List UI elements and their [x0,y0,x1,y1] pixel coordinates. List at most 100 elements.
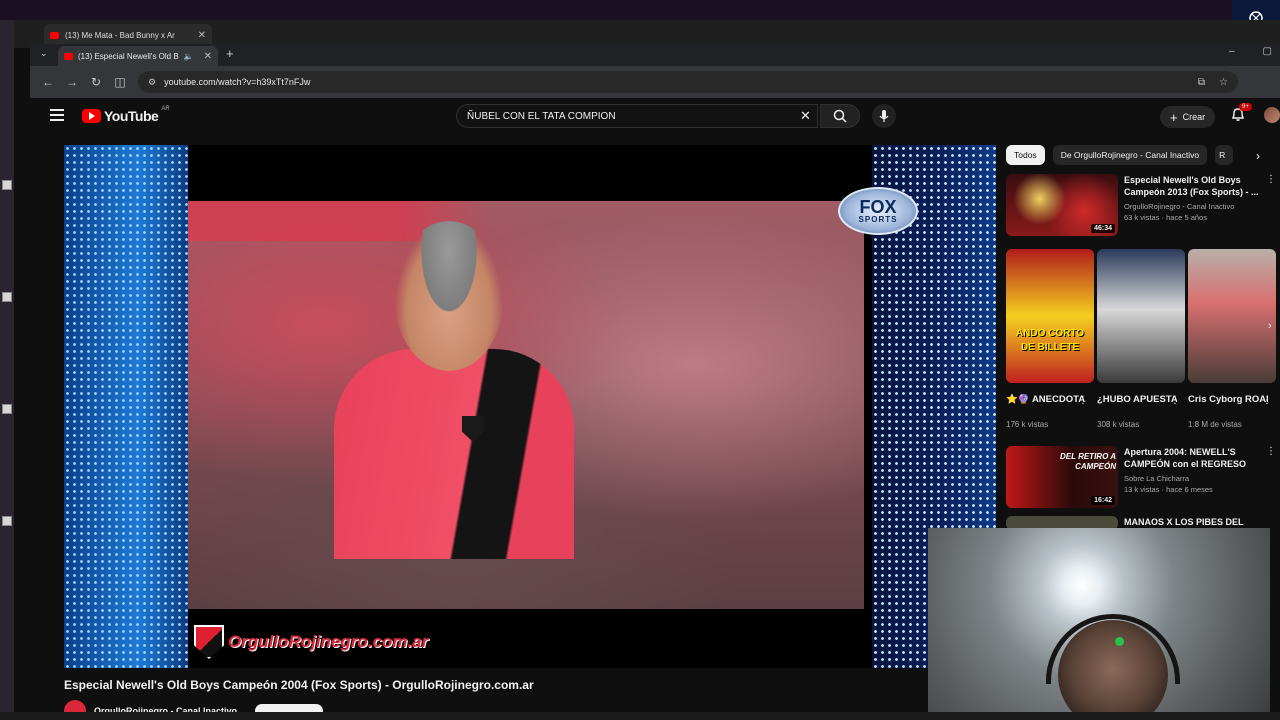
video-thumbnail[interactable]: 46:34 [1006,174,1118,236]
tab-search-icon[interactable]: ⌄ [40,48,48,59]
more-options-icon[interactable]: ⋮ [1266,174,1276,236]
create-label: Crear [1182,112,1206,122]
minimize-icon[interactable]: – [1229,46,1235,57]
video-meta: 13 k vistas · hace 6 meses [1124,485,1213,494]
plus-icon: + [1170,109,1178,125]
reload-icon[interactable]: ↻ [84,75,108,89]
url-text: youtube.com/watch?v=h39xTt7nFJw [164,77,311,87]
close-icon[interactable]: ✕ [204,51,212,62]
short-views: 1.8 M de vistas [1188,420,1242,429]
chevron-right-icon[interactable]: › [1268,320,1272,332]
newells-crest-icon [194,625,224,659]
desktop-icon[interactable] [2,404,12,414]
coach-figure [334,221,574,559]
youtube-favicon-icon [64,52,73,60]
tab-especial-newells[interactable]: (13) Especial Newell's Old B 🔈 ✕ [58,46,218,66]
clear-search-icon[interactable]: ✕ [800,108,811,124]
filter-chips: Todos De OrgulloRojinegro - Canal Inacti… [1006,145,1234,165]
microphone-icon [879,109,889,122]
site-info-icon[interactable]: ⚙ [148,77,156,88]
more-options-icon[interactable]: ⋮ [1262,395,1272,406]
shorts-shelf: ANDO CORTO DE BILLETE ⭐🔮 ANECDOTA... ⋮ 1… [1006,249,1278,439]
channel-name[interactable]: OrgulloRojinegro - Canal Inactivo [1124,201,1260,212]
speaker-icon[interactable]: 🔈 [184,52,194,61]
short-title[interactable]: ⭐🔮 ANECDOTA... [1006,394,1086,405]
fox-logo-line2: SPORTS [858,215,898,224]
chevron-right-icon[interactable]: › [1256,149,1260,163]
video-title: Especial Newell's Old Boys Campeón 2004 … [64,678,534,692]
youtube-favicon-icon [50,31,59,39]
country-code: AR [161,106,170,112]
fox-sports-logo: FOX SPORTS [838,187,918,235]
short-thumbnail[interactable] [1188,249,1276,383]
video-title[interactable]: Apertura 2004: NEWELL'S CAMPEÓN con el R… [1124,446,1260,470]
desktop-icon[interactable] [2,180,12,190]
forward-icon[interactable]: → [60,75,84,89]
short-thumbnail[interactable] [1097,249,1185,383]
fox-logo-line1: FOX [859,197,897,217]
streamer-face [1058,620,1168,720]
red-shirt [334,349,574,559]
video-duration: 16:42 [1091,496,1115,505]
short-views: 176 k vistas [1006,420,1049,429]
desktop-top-strip [0,0,1280,20]
maximize-icon[interactable]: ▢ [1263,46,1272,57]
short-title[interactable]: ¿HUBO APUESTA ... [1097,394,1177,405]
youtube-header: YouTube AR ÑUBEL CON EL TATA COMPION ✕ +… [30,98,1280,138]
recommended-video[interactable]: DEL RETIRO A CAMPEÓN 16:42 Apertura 2004… [1006,446,1276,508]
tab-bar: ⌄ (13) Especial Newell's Old B 🔈 ✕ + – ▢ [30,44,1280,66]
address-bar-actions: ⧉ ☆ [1198,77,1228,88]
chip-channel[interactable]: De OrgulloRojinegro - Canal Inactivo [1052,145,1208,165]
search-button[interactable] [820,104,860,128]
webcam-overlay [928,528,1270,720]
voice-search-button[interactable] [872,104,896,128]
video-title[interactable]: Especial Newell's Old Boys Campeón 2013 … [1124,174,1260,198]
more-options-icon[interactable]: ⋮ [1266,446,1276,508]
logo-text: YouTube [104,108,159,124]
recommended-video[interactable]: 46:34 Especial Newell's Old Boys Campeón… [1006,174,1276,236]
browser-toolbar: ← → ↻ ◫ ⚙ youtube.com/watch?v=h39xTt7nFJ… [30,66,1280,98]
back-icon[interactable]: ← [36,75,60,89]
search-input[interactable]: ÑUBEL CON EL TATA COMPION [456,104,818,128]
install-app-icon[interactable]: ⧉ [1198,77,1205,88]
headset-led [1115,637,1124,646]
create-button[interactable]: + Crear [1160,106,1216,128]
more-options-icon[interactable]: ⋮ [1170,395,1180,406]
split-view-icon[interactable]: ◫ [108,75,132,89]
led-screen-left [64,145,188,668]
desktop-icon[interactable] [2,292,12,302]
short-overlay-text: ANDO CORTO DE BILLETE [1015,328,1085,353]
tab-title: (13) Especial Newell's Old B [78,51,179,61]
video-thumbnail[interactable]: DEL RETIRO A CAMPEÓN 16:42 [1006,446,1118,508]
address-bar[interactable]: ⚙ youtube.com/watch?v=h39xTt7nFJw ⧉ ☆ [138,71,1238,93]
video-duration: 46:34 [1091,224,1115,233]
desktop-icon[interactable] [2,516,12,526]
thumbnail-overlay-text: DEL RETIRO A CAMPEÓN [1059,452,1116,471]
channel-name[interactable]: Sobre La Chicharra [1124,473,1260,484]
new-tab-icon[interactable]: + [226,46,234,61]
desktop-left-strip [0,20,14,720]
coach-head [394,221,504,371]
search-query: ÑUBEL CON EL TATA COMPION [467,110,616,122]
close-icon[interactable]: ✕ [198,30,206,41]
channel-watermark: OrgulloRojinegro.com.ar [194,625,428,659]
search-icon [833,109,847,123]
tab-me-mata[interactable]: (13) Me Mata - Bad Bunny x Ar ✕ [44,24,212,46]
chip-todos[interactable]: Todos [1006,145,1045,165]
notification-count-badge: 9+ [1239,103,1252,111]
short-thumbnail[interactable]: ANDO CORTO DE BILLETE [1006,249,1094,383]
chip-more[interactable]: R [1215,145,1234,165]
window-controls: – ▢ [1229,46,1272,57]
video-player[interactable]: FOX SPORTS OrgulloRojinegro.com.ar [64,145,996,668]
video-title[interactable]: MANAOS X LOS PIBES DEL [1124,516,1276,528]
short-views: 308 k vistas [1097,420,1140,429]
account-avatar[interactable] [1264,107,1280,123]
tab-title: (13) Me Mata - Bad Bunny x Ar [65,30,175,40]
youtube-play-icon [82,109,101,123]
taskbar [0,712,1280,720]
bookmark-star-icon[interactable]: ☆ [1219,77,1228,88]
short-title[interactable]: Cris Cyborg ROARS at ... [1188,394,1268,405]
youtube-logo[interactable]: YouTube AR [82,106,170,124]
more-options-icon[interactable]: ⋮ [1078,395,1088,406]
hamburger-menu-icon[interactable] [50,109,64,121]
